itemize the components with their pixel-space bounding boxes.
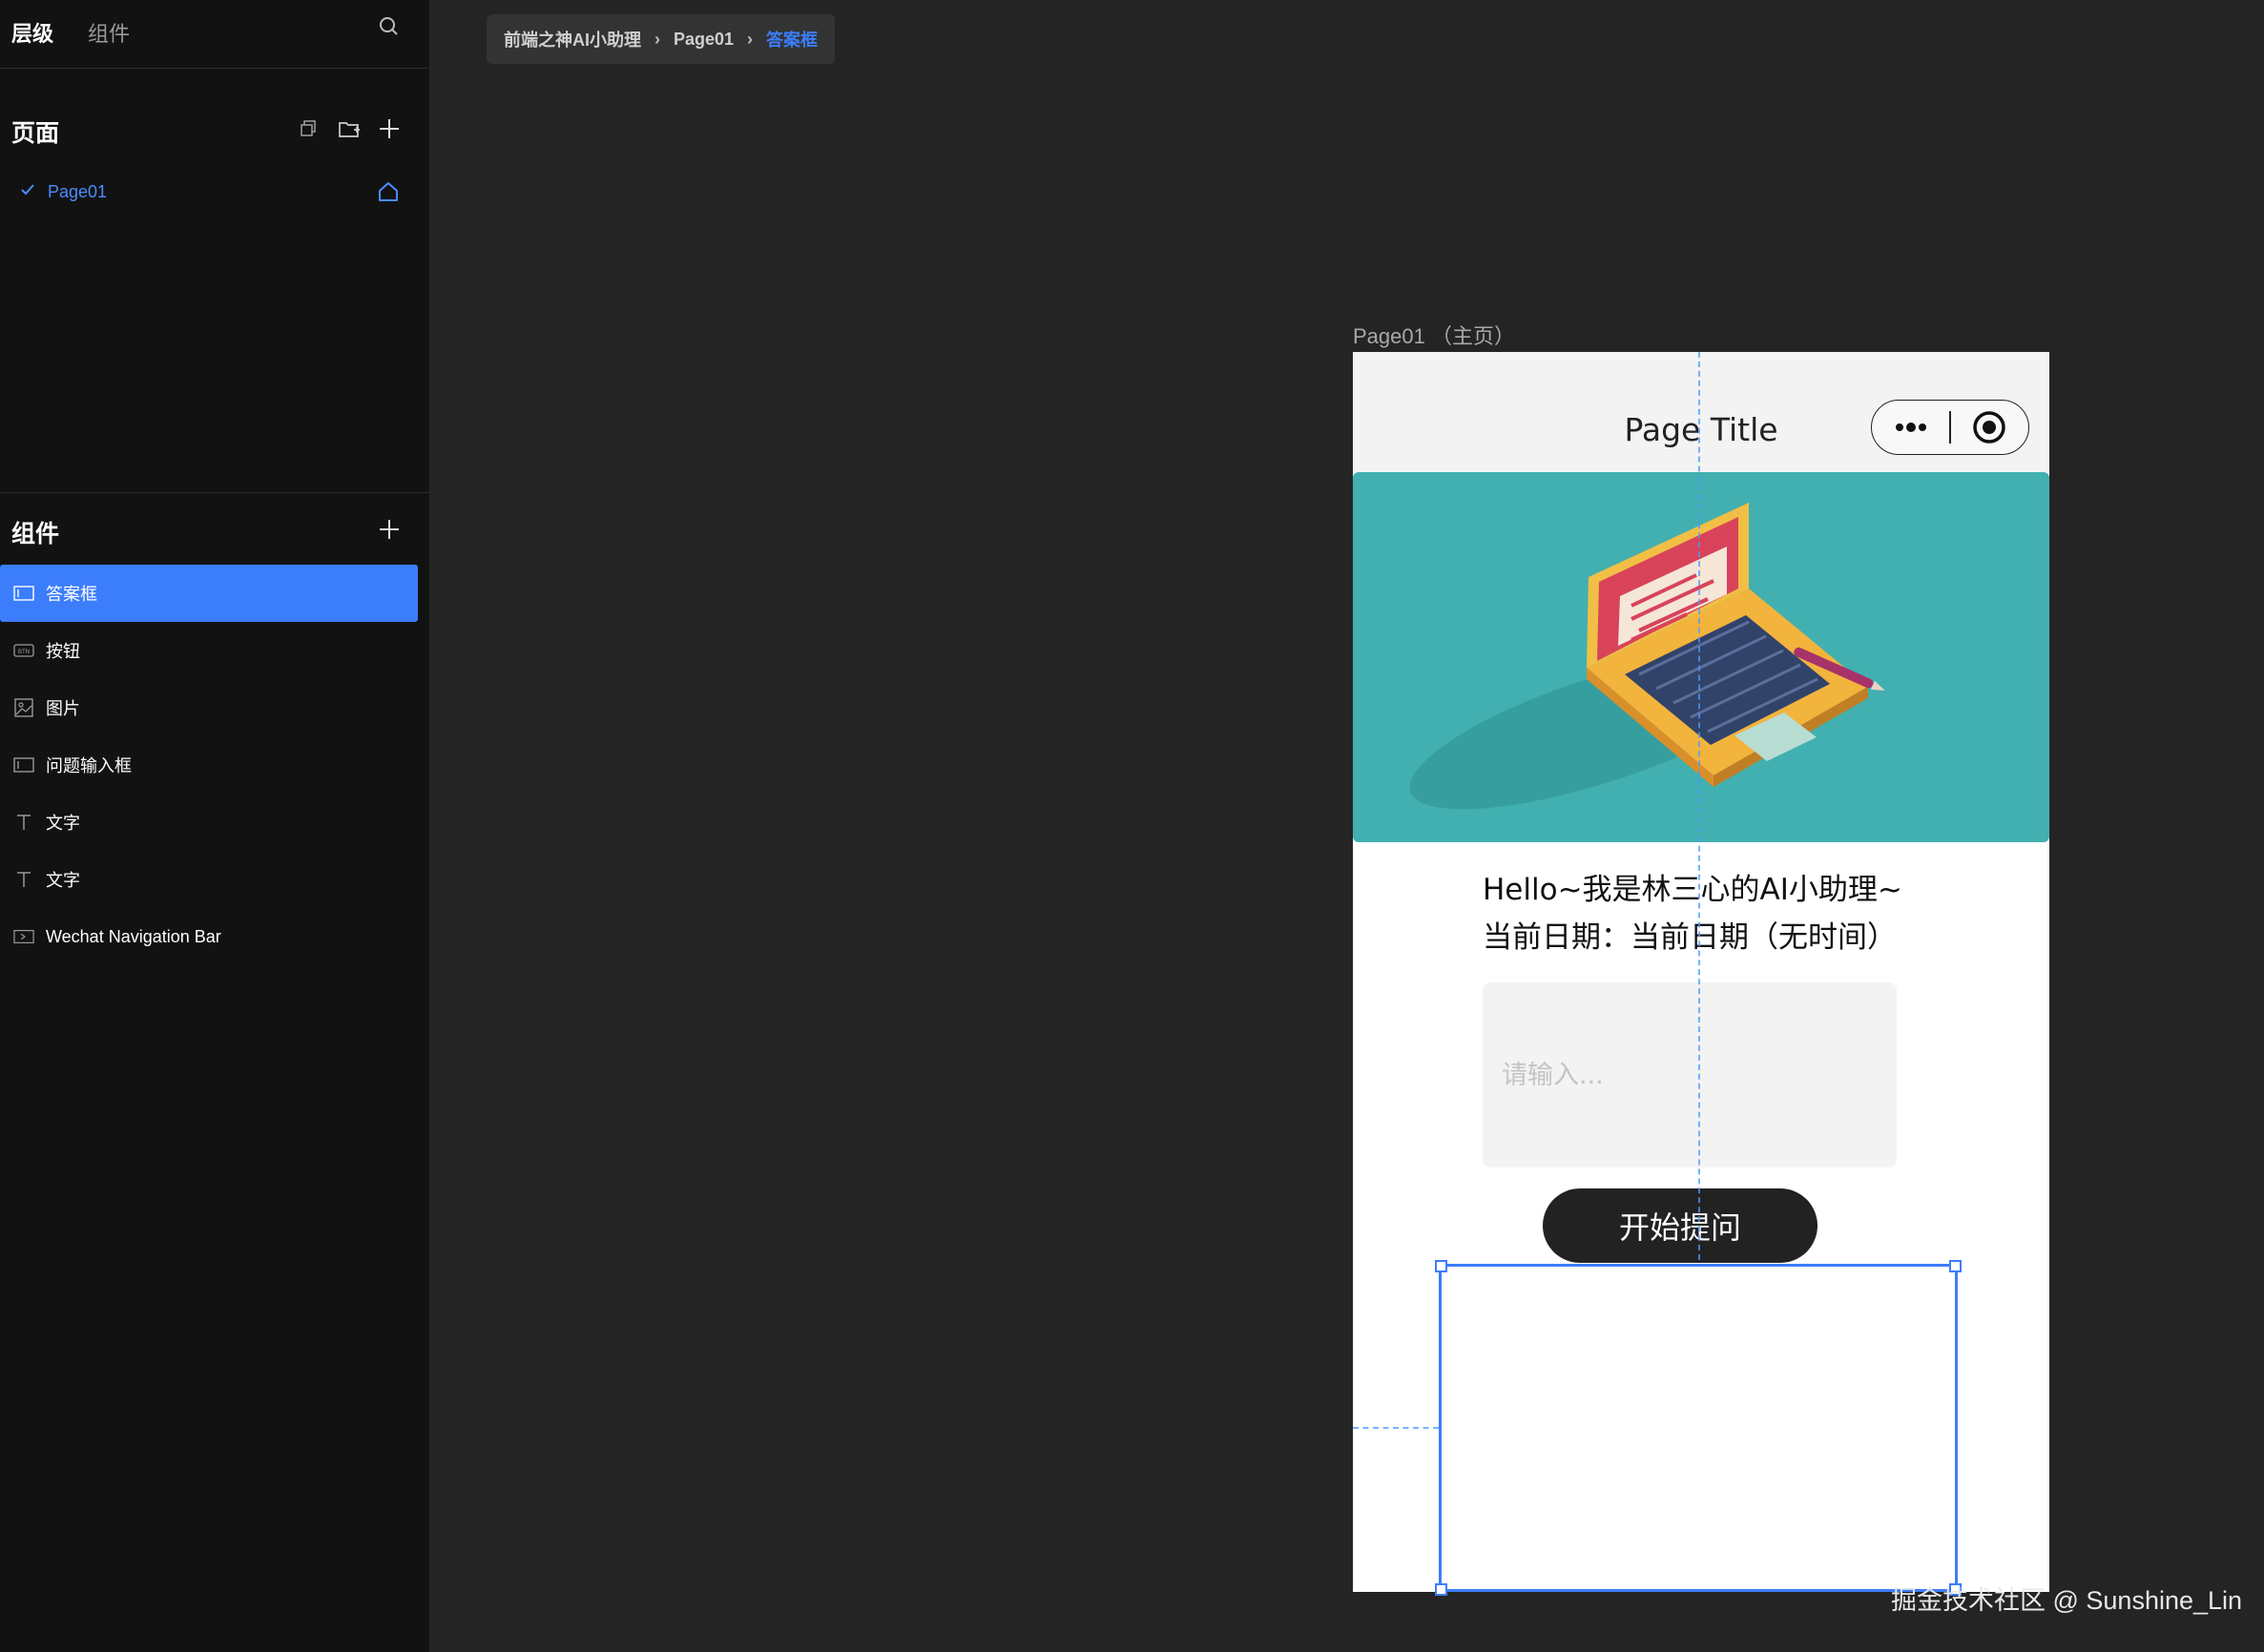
selection-frame[interactable] xyxy=(1435,1260,1962,1596)
breadcrumb-page[interactable]: Page01 xyxy=(674,30,734,50)
tab-components[interactable]: 组件 xyxy=(88,17,130,48)
breadcrumb-project[interactable]: 前端之神AI小助理 xyxy=(504,27,641,52)
pages-section-title: 页面 xyxy=(11,120,60,147)
check-icon xyxy=(19,181,36,203)
layer-label: 文字 xyxy=(46,814,80,833)
components-section-title: 组件 xyxy=(11,521,60,547)
layer-item-answer-box[interactable]: 答案框 xyxy=(0,565,418,622)
alignment-guide-horizontal xyxy=(1353,1427,1439,1429)
sidebar-tabs: 层级 组件 xyxy=(11,13,130,52)
wechat-capsule xyxy=(1871,400,2029,455)
wechat-navigation-bar[interactable]: Page Title xyxy=(1353,352,2049,472)
question-input[interactable] xyxy=(1483,982,1897,1167)
text-icon xyxy=(13,869,34,890)
tab-layers[interactable]: 层级 xyxy=(11,17,53,48)
add-folder-icon[interactable] xyxy=(336,115,363,142)
alignment-guide-vertical xyxy=(1698,352,1700,1260)
close-target-icon[interactable] xyxy=(1951,401,2028,454)
layer-item-question-input[interactable]: 问题输入框 xyxy=(0,736,418,794)
text-icon xyxy=(13,812,34,833)
search-icon[interactable] xyxy=(376,13,403,40)
breadcrumb-current[interactable]: 答案框 xyxy=(766,27,818,52)
layer-label: 按钮 xyxy=(46,642,80,661)
page-caption: Page01 （主页） xyxy=(1353,324,1515,348)
resize-handle-bottom-left[interactable] xyxy=(1435,1583,1447,1596)
page-item-label: Page01 xyxy=(48,181,108,201)
navbar-icon xyxy=(13,926,34,947)
divider xyxy=(0,68,429,69)
page-item-page01[interactable]: Page01 xyxy=(19,177,410,206)
date-text: 当前日期：当前日期（无时间） xyxy=(1483,920,1897,955)
left-sidebar: 层级 组件 页面 Page01 组件 答案框 BTN 按钮 图片 问题输入框 文… xyxy=(0,0,430,1652)
layer-item-navigation-bar[interactable]: Wechat Navigation Bar xyxy=(0,908,418,965)
start-question-button[interactable]: 开始提问 xyxy=(1543,1188,1817,1263)
chevron-right-icon: › xyxy=(654,29,660,49)
home-icon[interactable] xyxy=(376,179,401,209)
layer-label: 图片 xyxy=(46,699,80,718)
layer-item-image[interactable]: 图片 xyxy=(0,679,418,736)
breadcrumb: 前端之神AI小助理 › Page01 › 答案框 xyxy=(487,14,836,64)
divider xyxy=(0,492,429,493)
layer-item-text-1[interactable]: 文字 xyxy=(0,794,418,851)
chevron-right-icon: › xyxy=(747,29,754,49)
svg-text:BTN: BTN xyxy=(18,649,30,655)
add-component-icon[interactable] xyxy=(376,516,403,543)
layer-label: 文字 xyxy=(46,871,80,890)
image-icon xyxy=(13,697,34,718)
layer-label: 问题输入框 xyxy=(46,756,132,775)
layer-label: Wechat Navigation Bar xyxy=(46,926,221,946)
more-icon[interactable] xyxy=(1872,401,1949,454)
textarea-icon xyxy=(13,754,34,775)
copy-page-icon[interactable] xyxy=(296,115,322,142)
watermark: 掘金技术社区 @ Sunshine_Lin xyxy=(1891,1586,2243,1615)
layer-item-text-2[interactable]: 文字 xyxy=(0,851,418,908)
add-page-icon[interactable] xyxy=(376,115,403,142)
laptop-illustration xyxy=(1409,503,1885,810)
resize-handle-top-left[interactable] xyxy=(1435,1260,1447,1272)
button-icon: BTN xyxy=(13,640,34,661)
greeting-text: Hello~我是林三心的AI小助理~ xyxy=(1483,873,1902,907)
resize-handle-top-right[interactable] xyxy=(1949,1260,1962,1272)
textarea-icon xyxy=(13,583,34,604)
layer-item-button[interactable]: BTN 按钮 xyxy=(0,622,418,679)
layer-label: 答案框 xyxy=(46,585,97,604)
banner-image[interactable] xyxy=(1353,472,2049,842)
